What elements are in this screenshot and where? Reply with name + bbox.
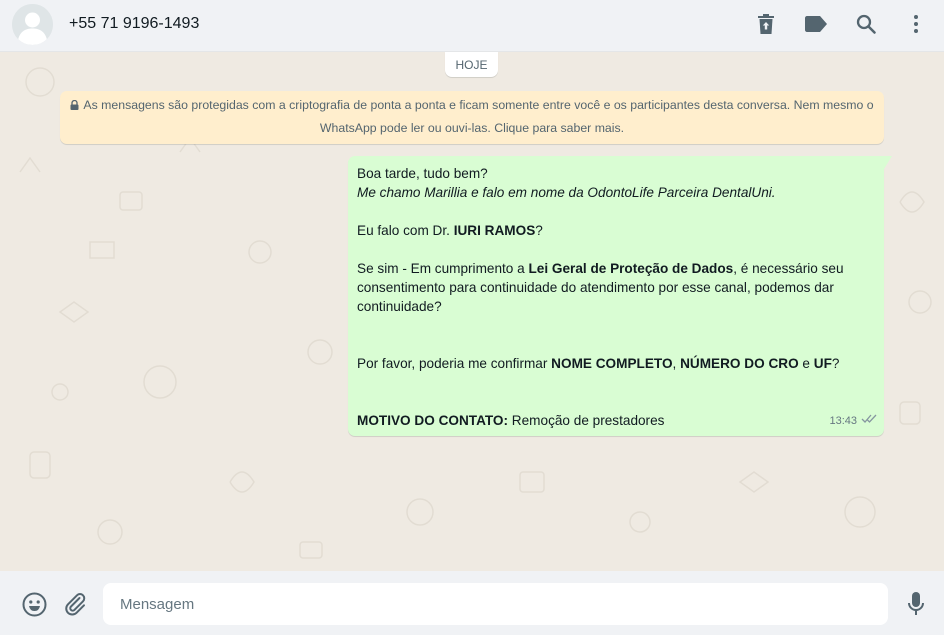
bubble-tail (884, 156, 892, 169)
lock-icon (70, 96, 79, 118)
search-icon[interactable] (854, 12, 878, 36)
contact-name[interactable]: +55 71 9196-1493 (69, 15, 199, 33)
message-input[interactable] (103, 583, 888, 625)
label-icon[interactable] (804, 12, 828, 36)
menu-icon[interactable] (904, 12, 928, 36)
double-check-icon (861, 412, 877, 431)
message-line: MOTIVO DO CONTATO: Remoção de prestadore… (357, 413, 665, 428)
emoji-icon[interactable] (21, 591, 47, 617)
mic-icon[interactable] (903, 591, 929, 617)
attach-icon[interactable] (62, 591, 88, 617)
message-spacer (357, 373, 875, 392)
message-meta: 13:43 (829, 412, 877, 431)
encryption-notice-text: As mensagens são protegidas com a cripto… (83, 98, 874, 135)
message-line: Boa tarde, tudo bem? (357, 166, 488, 181)
outgoing-message[interactable]: Boa tarde, tudo bem? Me chamo Marillia e… (348, 156, 892, 436)
delete-icon[interactable] (754, 12, 778, 36)
day-separator: HOJE (445, 52, 498, 77)
message-line: Eu falo com Dr. IURI RAMOS? (357, 223, 543, 238)
avatar[interactable] (12, 4, 53, 45)
message-spacer (357, 335, 875, 354)
composer (0, 571, 944, 635)
message-line: Me chamo Marillia e falo em nome da Odon… (357, 185, 776, 200)
message-spacer (357, 316, 875, 335)
message-spacer (357, 392, 875, 411)
default-avatar-icon (12, 4, 53, 45)
message-spacer (357, 240, 875, 259)
message-line: Se sim - Em cumprimento a Lei Geral de P… (357, 261, 844, 314)
chat-header: +55 71 9196-1493 (0, 0, 944, 52)
message-spacer (357, 202, 875, 221)
message-time: 13:43 (829, 415, 857, 427)
encryption-notice[interactable]: As mensagens são protegidas com a cripto… (60, 91, 884, 144)
chat-area[interactable]: HOJE As mensagens são protegidas com a c… (0, 52, 944, 571)
message-line: Por favor, poderia me confirmar NOME COM… (357, 356, 840, 371)
